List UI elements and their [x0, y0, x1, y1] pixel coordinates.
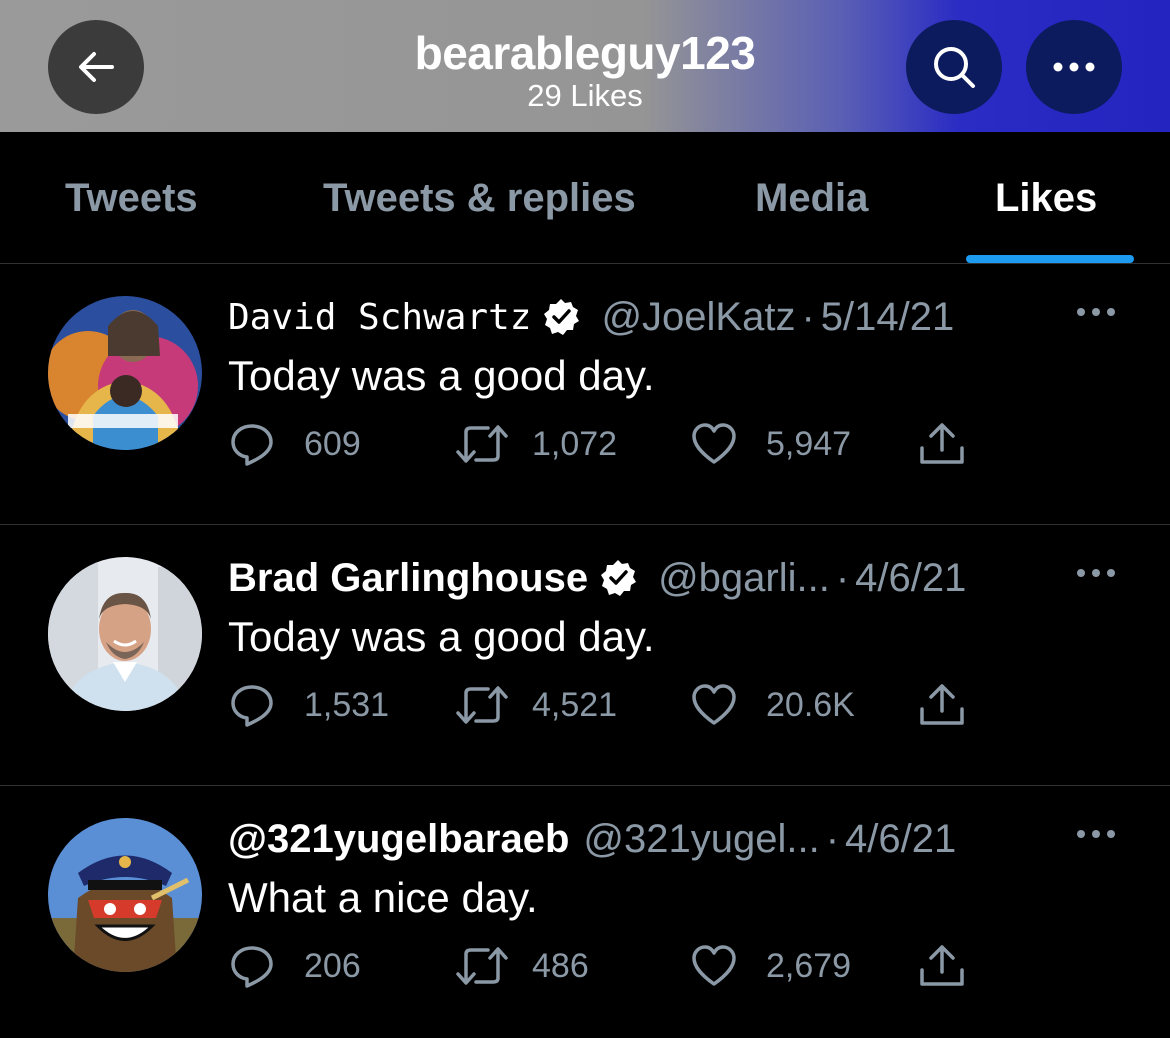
author-name[interactable]: Brad Garlinghouse	[228, 556, 588, 601]
profile-header: bearableguy123 29 Likes	[0, 0, 1170, 132]
tweet-actions: 206 486 2,679	[228, 936, 988, 996]
tweet-date[interactable]: 5/14/21	[821, 295, 954, 340]
like-icon	[692, 423, 736, 464]
reply-button[interactable]: 206	[228, 936, 361, 996]
reply-icon	[231, 424, 273, 466]
reply-button[interactable]: 609	[228, 414, 361, 474]
share-icon	[920, 423, 964, 464]
author-name[interactable]: David Schwartz	[228, 297, 531, 338]
reply-button[interactable]: 1,531	[228, 675, 389, 735]
reply-icon	[231, 946, 273, 988]
author-handle[interactable]: @bgarli...	[658, 556, 830, 601]
tweet-card[interactable]: David Schwartz @JoelKatz · 5/14/21 Today…	[0, 264, 1170, 525]
tweet-text: What a nice day.	[228, 874, 538, 921]
profile-tabs: Tweets Tweets & replies Media Likes	[0, 132, 1170, 264]
share-button[interactable]	[916, 675, 968, 735]
retweet-count: 1,072	[532, 424, 618, 463]
separator-dot: ·	[825, 816, 840, 861]
tweet-header: David Schwartz @JoelKatz · 5/14/21	[228, 292, 1048, 342]
share-button[interactable]	[916, 414, 968, 474]
tweet-card[interactable]: @321yugelbaraeb @321yugel... · 4/6/21 Wh…	[0, 786, 1170, 1038]
like-count: 20.6K	[766, 685, 855, 724]
retweet-button[interactable]: 486	[454, 936, 589, 996]
more-icon	[1077, 569, 1115, 577]
tab-tweets[interactable]: Tweets	[65, 176, 198, 221]
like-button[interactable]: 20.6K	[690, 675, 855, 735]
author-name[interactable]: @321yugelbaraeb	[228, 817, 569, 862]
reply-count: 206	[304, 946, 361, 985]
like-button[interactable]: 5,947	[690, 414, 851, 474]
tweet-header: @321yugelbaraeb @321yugel... · 4/6/21	[228, 814, 1048, 864]
reply-icon	[231, 685, 273, 727]
more-icon	[1077, 830, 1115, 838]
active-tab-indicator	[966, 255, 1134, 263]
share-icon	[920, 684, 964, 725]
tweet-more-button[interactable]	[1066, 816, 1126, 852]
retweet-icon	[456, 686, 508, 724]
tweet-date[interactable]: 4/6/21	[855, 556, 966, 601]
like-icon	[692, 684, 736, 725]
tab-tweets-and-replies[interactable]: Tweets & replies	[323, 176, 636, 221]
retweet-icon	[456, 425, 508, 463]
separator-dot: ·	[835, 555, 850, 600]
author-handle[interactable]: @JoelKatz	[601, 295, 795, 340]
retweet-count: 486	[532, 946, 589, 985]
tweet-text: Today was a good day.	[228, 352, 655, 399]
tweet-header: Brad Garlinghouse @bgarli... · 4/6/21	[228, 553, 1048, 603]
retweet-button[interactable]: 1,072	[454, 414, 617, 474]
tweet-actions: 609 1,072 5,947	[228, 414, 988, 474]
tweet-card[interactable]: Brad Garlinghouse @bgarli... · 4/6/21 To…	[0, 525, 1170, 786]
separator-dot: ·	[801, 294, 815, 339]
retweet-button[interactable]: 4,521	[454, 675, 617, 735]
share-icon	[920, 945, 964, 986]
like-icon	[692, 945, 736, 986]
tab-likes[interactable]: Likes	[995, 176, 1097, 221]
retweet-count: 4,521	[532, 685, 618, 724]
like-count: 2,679	[766, 946, 852, 985]
verified-badge-icon	[601, 560, 637, 596]
tweet-text: Today was a good day.	[228, 613, 655, 660]
tweet-more-button[interactable]	[1066, 555, 1126, 591]
tweet-actions: 1,531 4,521 20.6K	[228, 675, 988, 735]
tab-media[interactable]: Media	[755, 176, 868, 221]
more-icon	[1053, 62, 1095, 72]
tweet-date[interactable]: 4/6/21	[845, 817, 956, 862]
author-handle[interactable]: @321yugel...	[583, 817, 819, 862]
search-button[interactable]	[906, 20, 1002, 114]
like-button[interactable]: 2,679	[690, 936, 851, 996]
avatar[interactable]	[48, 818, 202, 972]
share-button[interactable]	[916, 936, 968, 996]
avatar[interactable]	[48, 296, 202, 450]
reply-count: 1,531	[304, 685, 390, 724]
verified-badge-icon	[544, 299, 580, 335]
more-options-button[interactable]	[1026, 20, 1122, 114]
more-icon	[1077, 308, 1115, 316]
search-icon	[934, 47, 975, 88]
avatar[interactable]	[48, 557, 202, 711]
reply-count: 609	[304, 424, 361, 463]
tweet-more-button[interactable]	[1066, 294, 1126, 330]
retweet-icon	[456, 947, 508, 985]
like-count: 5,947	[766, 424, 852, 463]
